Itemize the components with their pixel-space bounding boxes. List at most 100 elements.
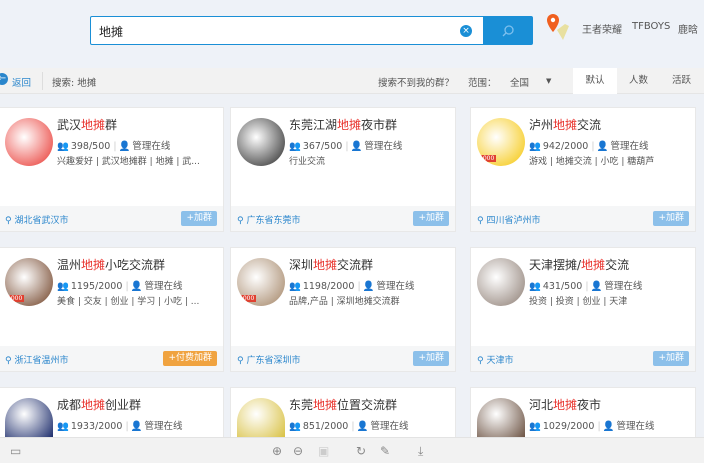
group-title[interactable]: 深圳地摊交流群: [289, 256, 373, 273]
join-button[interactable]: +加群: [653, 211, 689, 226]
chevron-down-icon[interactable]: ▼: [546, 77, 551, 85]
back-icon[interactable]: ←: [0, 73, 8, 85]
group-title[interactable]: 河北地摊夜市: [529, 396, 601, 413]
title-text: 深圳: [289, 258, 313, 272]
group-card[interactable]: 5000 温州地摊小吃交流群 👥1195/2000 |👤管理在线 美食 | 交友…: [0, 247, 224, 372]
location-label: 浙江省温州市: [14, 356, 68, 366]
admin-icon: 👤: [119, 141, 131, 152]
member-count: 851/2000: [303, 421, 349, 432]
group-tags: 行业交流: [289, 154, 449, 167]
members-icon: 👥: [289, 421, 301, 432]
members-icon: 👥: [57, 141, 69, 152]
hot-link[interactable]: TFBOYS: [632, 21, 670, 32]
location-text: ⚲ 广东省深圳市: [237, 353, 300, 366]
not-found-link[interactable]: 搜索不到我的群？: [378, 75, 454, 89]
rotate-icon[interactable]: ↻: [356, 444, 366, 458]
group-card[interactable]: 河北地摊夜市 👥1029/2000 |👤管理在线: [470, 387, 696, 437]
search-button[interactable]: [483, 16, 533, 45]
group-avatar: [477, 258, 525, 306]
join-button[interactable]: +加群: [653, 351, 689, 366]
member-count: 1198/2000: [303, 281, 355, 292]
group-avatar: 5000: [477, 118, 525, 166]
group-tags: 品牌,产品 | 深圳地摊交流群: [289, 294, 449, 307]
zoom-in-icon[interactable]: ⊕: [272, 444, 282, 458]
join-button[interactable]: +加群: [181, 211, 217, 226]
location-label: 广东省东莞市: [246, 216, 300, 226]
fit-icon[interactable]: ▣: [318, 444, 329, 458]
title-highlight: 地摊: [337, 118, 361, 132]
search-input[interactable]: [99, 22, 449, 40]
divider: [42, 72, 43, 90]
group-title[interactable]: 东莞江湖地摊夜市群: [289, 116, 397, 133]
tab-default[interactable]: 默认: [573, 68, 617, 94]
screen-icon[interactable]: ▭: [10, 444, 21, 458]
join-button[interactable]: +加群: [413, 351, 449, 366]
group-tags: 投资 | 投资 | 创业 | 天津: [529, 294, 689, 307]
edit-icon[interactable]: ✎: [380, 444, 390, 458]
member-count: 942/2000: [543, 141, 589, 152]
title-text: 夜市: [577, 398, 601, 412]
range-select[interactable]: 全国: [510, 75, 529, 89]
title-highlight: 地摊: [553, 118, 577, 132]
clear-icon[interactable]: ×: [460, 25, 472, 37]
group-card[interactable]: 5000 深圳地摊交流群 👥1198/2000 |👤管理在线 品牌,产品 | 深…: [230, 247, 456, 372]
group-avatar: [477, 398, 525, 438]
group-card[interactable]: 东莞江湖地摊夜市群 👥367/500 |👤管理在线 行业交流 ⚲ 广东省东莞市 +…: [230, 107, 456, 232]
admin-status: 管理在线: [616, 421, 654, 432]
location-label: 湖北省武汉市: [14, 216, 68, 226]
range-label: 范围：: [468, 75, 497, 89]
location-text: ⚲ 广东省东莞市: [237, 213, 300, 226]
title-text: 武汉: [57, 118, 81, 132]
group-meta: 👥431/500 |👤管理在线: [529, 278, 642, 292]
location-label: 四川省泸州市: [486, 216, 540, 226]
group-tags: 游戏 | 地摊交流 | 小吃 | 糖葫芦: [529, 154, 689, 167]
hot-link[interactable]: 鹿晗: [678, 21, 698, 36]
group-meta: 👥367/500 |👤管理在线: [289, 138, 402, 152]
group-title[interactable]: 东莞地摊位置交流群: [289, 396, 397, 413]
viewer-toolbar: ▭ ⊕ ⊖ ▣ ↻ ✎ ⤓: [0, 437, 704, 463]
group-title[interactable]: 成都地摊创业群: [57, 396, 141, 413]
group-meta: 👥942/2000 |👤管理在线: [529, 138, 648, 152]
admin-status: 管理在线: [364, 141, 402, 152]
group-title[interactable]: 泸州地摊交流: [529, 116, 601, 133]
title-text: 天津摆摊/: [529, 258, 581, 272]
group-card[interactable]: 5000 泸州地摊交流 👥942/2000 |👤管理在线 游戏 | 地摊交流 |…: [470, 107, 696, 232]
card-footer: ⚲ 天津市+加群: [471, 346, 695, 371]
search-label: 搜索: 地摊: [52, 75, 96, 89]
group-avatar: [5, 118, 53, 166]
group-grid: 武汉地摊群 👥398/500 |👤管理在线 兴趣爱好 | 武汉地摊群 | 地摊 …: [0, 94, 704, 437]
admin-status: 管理在线: [610, 141, 648, 152]
title-text: 成都: [57, 398, 81, 412]
title-text: 小吃交流群: [105, 258, 165, 272]
location-pin-icon[interactable]: [545, 12, 571, 42]
zoom-out-icon[interactable]: ⊖: [293, 444, 303, 458]
group-title[interactable]: 天津摆摊/地摊交流: [529, 256, 629, 273]
members-icon: 👥: [529, 281, 541, 292]
group-card[interactable]: 天津摆摊/地摊交流 👥431/500 |👤管理在线 投资 | 投资 | 创业 |…: [470, 247, 696, 372]
members-icon: 👥: [57, 421, 69, 432]
tab-active[interactable]: 活跃: [660, 68, 703, 94]
group-card[interactable]: 武汉地摊群 👥398/500 |👤管理在线 兴趣爱好 | 武汉地摊群 | 地摊 …: [0, 107, 224, 232]
admin-status: 管理在线: [144, 281, 182, 292]
join-button[interactable]: +付费加群: [163, 351, 217, 366]
title-highlight: 地摊: [81, 398, 105, 412]
title-text: 创业群: [105, 398, 141, 412]
member-cap-badge: 5000: [477, 155, 496, 162]
group-meta: 👥1933/2000 |👤管理在线: [57, 418, 183, 432]
admin-icon: 👤: [597, 141, 609, 152]
group-title[interactable]: 温州地摊小吃交流群: [57, 256, 165, 273]
join-button[interactable]: +加群: [413, 211, 449, 226]
group-card[interactable]: 成都地摊创业群 👥1933/2000 |👤管理在线: [0, 387, 224, 437]
tab-members[interactable]: 人数: [617, 68, 660, 94]
card-footer: ⚲ 广东省深圳市 +加群: [231, 346, 455, 371]
download-icon[interactable]: ⤓: [418, 444, 423, 459]
group-card[interactable]: 东莞地摊位置交流群 👥851/2000 |👤管理在线: [230, 387, 456, 437]
back-link[interactable]: 返回: [12, 75, 31, 89]
admin-status: 管理在线: [604, 281, 642, 292]
group-avatar: [237, 118, 285, 166]
group-title[interactable]: 武汉地摊群: [57, 116, 117, 133]
admin-icon: 👤: [131, 281, 143, 292]
title-text: 交流群: [337, 258, 373, 272]
members-icon: 👥: [529, 421, 541, 432]
hot-link[interactable]: 王者荣耀: [582, 21, 622, 36]
